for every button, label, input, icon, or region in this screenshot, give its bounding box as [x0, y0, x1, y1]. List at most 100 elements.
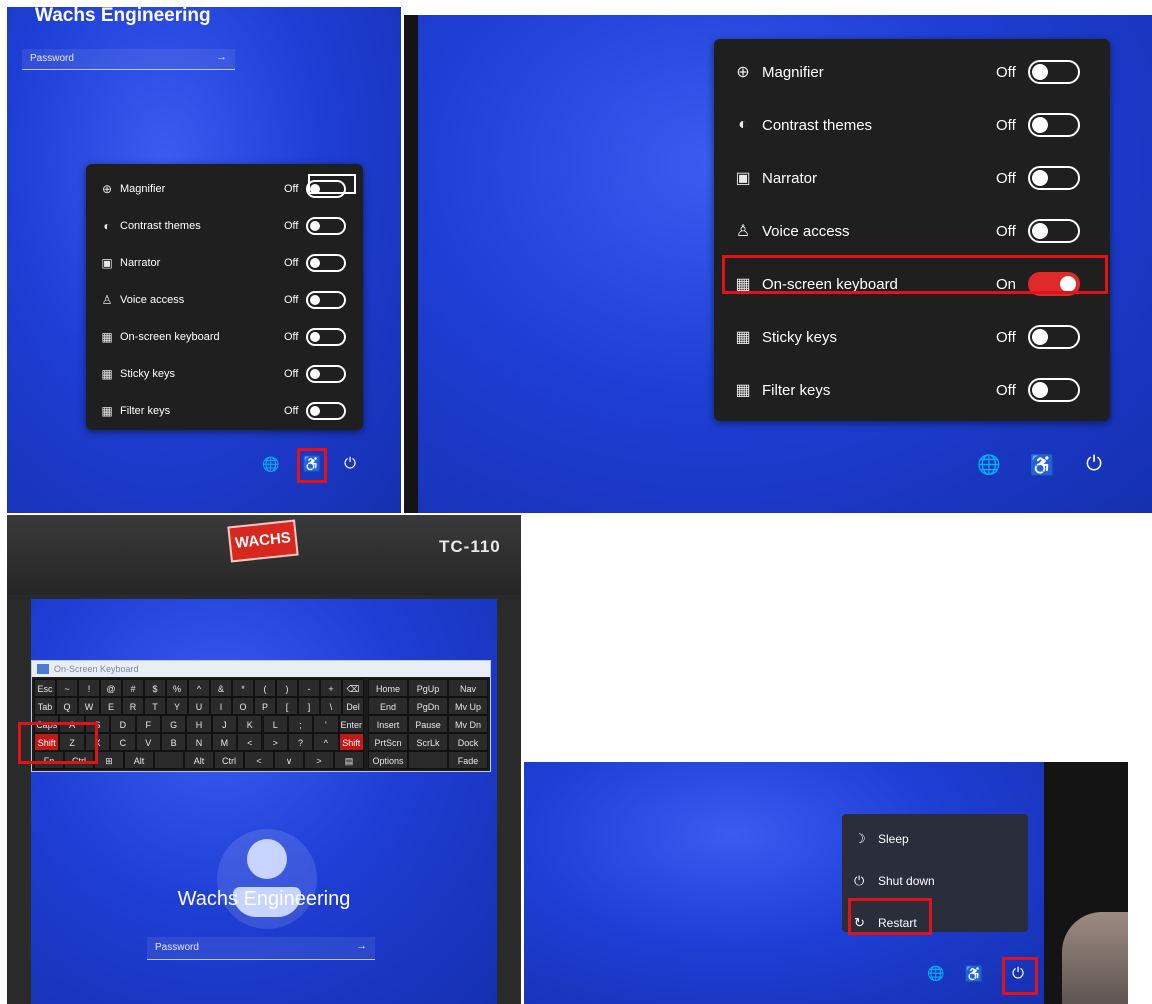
key[interactable]: ⊞	[94, 751, 124, 769]
key[interactable]: R	[122, 697, 144, 715]
power-icon[interactable]: ⏻	[1081, 453, 1107, 476]
setting-row-voice-access[interactable]: ♙ Voice access Off	[714, 212, 1110, 250]
toggle-switch[interactable]	[1028, 166, 1080, 190]
key[interactable]: ?	[287, 733, 314, 751]
toggle-switch[interactable]	[1028, 378, 1080, 402]
network-icon[interactable]: 🌐	[976, 453, 1002, 477]
key[interactable]: ∨	[274, 751, 304, 769]
key[interactable]: ~	[56, 679, 78, 697]
key[interactable]: '	[313, 715, 339, 733]
toggle-switch[interactable]	[306, 328, 346, 346]
key[interactable]: )	[276, 679, 298, 697]
setting-row-contrast-themes[interactable]: ◐ Contrast themes Off	[714, 106, 1110, 144]
setting-row-sticky-keys[interactable]: ▦ Sticky keys Off	[714, 318, 1110, 356]
nav-key[interactable]: End	[368, 697, 408, 715]
toggle-switch[interactable]	[306, 217, 346, 235]
toggle-switch[interactable]	[1028, 219, 1080, 243]
password-field[interactable]: Password →	[147, 937, 375, 960]
setting-row-narrator[interactable]: ▣ Narrator Off	[86, 246, 363, 280]
key[interactable]: L	[262, 715, 288, 733]
key[interactable]: (	[254, 679, 276, 697]
key[interactable]: ^	[188, 679, 210, 697]
key[interactable]: <	[244, 751, 274, 769]
setting-row-magnifier[interactable]: ⊕ Magnifier Off	[714, 53, 1110, 91]
accessibility-icon[interactable]: ♿	[964, 965, 984, 983]
key[interactable]: W	[78, 697, 100, 715]
toggle-switch[interactable]	[306, 291, 346, 309]
key[interactable]: %	[166, 679, 188, 697]
nav-key[interactable]: PrtScn	[368, 733, 408, 751]
key[interactable]: @	[100, 679, 122, 697]
nav-key[interactable]: PgUp	[408, 679, 448, 697]
key[interactable]: $	[144, 679, 166, 697]
nav-key[interactable]: Insert	[368, 715, 408, 733]
setting-row-narrator[interactable]: ▣ Narrator Off	[714, 159, 1110, 197]
setting-row-voice-access[interactable]: ♙ Voice access Off	[86, 283, 363, 317]
on-screen-keyboard-window[interactable]: On-Screen Keyboard Esc ~! @ # $% ^ & *() - + ⌫ Home…	[31, 660, 491, 772]
key[interactable]: D	[110, 715, 136, 733]
setting-row-sticky-keys[interactable]: ▦ Sticky keys Off	[86, 357, 363, 391]
key[interactable]: M	[211, 733, 238, 751]
nav-key[interactable]: Mv Up	[448, 697, 488, 715]
key[interactable]: G	[160, 715, 187, 733]
key[interactable]: +	[320, 679, 342, 697]
key[interactable]: V	[135, 733, 161, 751]
power-icon[interactable]: ⏻	[1008, 965, 1028, 982]
key[interactable]: Shift	[338, 733, 364, 751]
key[interactable]: Del	[342, 697, 364, 715]
key[interactable]: Esc	[34, 679, 56, 697]
key[interactable]: Alt	[184, 751, 214, 769]
nav-key[interactable]	[408, 751, 448, 769]
network-icon[interactable]: 🌐	[261, 456, 281, 473]
power-menu-shut-down[interactable]: ⏻ Shut down	[842, 866, 1028, 896]
key[interactable]: ;	[287, 715, 314, 733]
nav-key[interactable]: PgDn	[408, 697, 448, 715]
key[interactable]: !	[78, 679, 100, 697]
key[interactable]: ▤	[334, 751, 364, 769]
key[interactable]: I	[210, 697, 232, 715]
key[interactable]: Y	[166, 697, 188, 715]
key[interactable]: K	[237, 715, 263, 733]
accessibility-icon[interactable]: ♿	[1029, 453, 1055, 478]
setting-row-filter-keys[interactable]: ▦ Filter keys Off	[86, 394, 363, 428]
setting-row-contrast-themes[interactable]: ◐ Contrast themes Off	[86, 209, 363, 243]
toggle-switch[interactable]	[1028, 325, 1080, 349]
key[interactable]: J	[211, 715, 238, 733]
key[interactable]: T	[144, 697, 166, 715]
network-icon[interactable]: 🌐	[926, 965, 946, 982]
key[interactable]	[154, 751, 184, 769]
key[interactable]: Tab	[34, 697, 56, 715]
key[interactable]: Enter	[338, 715, 364, 733]
key[interactable]: ⌫	[342, 679, 364, 697]
toggle-switch[interactable]	[1028, 60, 1080, 84]
setting-row-on-screen-keyboard[interactable]: ▦ On-screen keyboard Off	[86, 320, 363, 354]
nav-key[interactable]: Home	[368, 679, 408, 697]
submit-arrow-icon[interactable]: →	[356, 940, 367, 952]
key[interactable]: C	[110, 733, 136, 751]
key[interactable]: ^	[313, 733, 339, 751]
submit-arrow-icon[interactable]: →	[216, 51, 227, 63]
toggle-switch[interactable]	[306, 365, 346, 383]
key[interactable]: U	[188, 697, 210, 715]
key[interactable]: [	[276, 697, 298, 715]
nav-key[interactable]: Dock	[448, 733, 488, 751]
power-icon[interactable]: ⏻	[340, 455, 360, 472]
key[interactable]: E	[100, 697, 122, 715]
key[interactable]: Q	[56, 697, 78, 715]
key[interactable]: &	[210, 679, 232, 697]
key[interactable]: N	[186, 733, 212, 751]
key[interactable]: >	[262, 733, 288, 751]
key[interactable]: P	[254, 697, 276, 715]
power-menu-sleep[interactable]: ☽ Sleep	[842, 824, 1028, 854]
toggle-switch[interactable]	[306, 254, 346, 272]
key[interactable]: ]	[298, 697, 320, 715]
nav-key[interactable]: Pause	[408, 715, 448, 733]
key[interactable]: >	[304, 751, 334, 769]
nav-key[interactable]: Fade	[448, 751, 488, 769]
key[interactable]: H	[186, 715, 212, 733]
osk-titlebar[interactable]: On-Screen Keyboard	[32, 661, 490, 677]
nav-key[interactable]: Nav	[448, 679, 488, 697]
nav-key[interactable]: Mv Dn	[448, 715, 488, 733]
key[interactable]: -	[298, 679, 320, 697]
toggle-switch[interactable]	[1028, 113, 1080, 137]
